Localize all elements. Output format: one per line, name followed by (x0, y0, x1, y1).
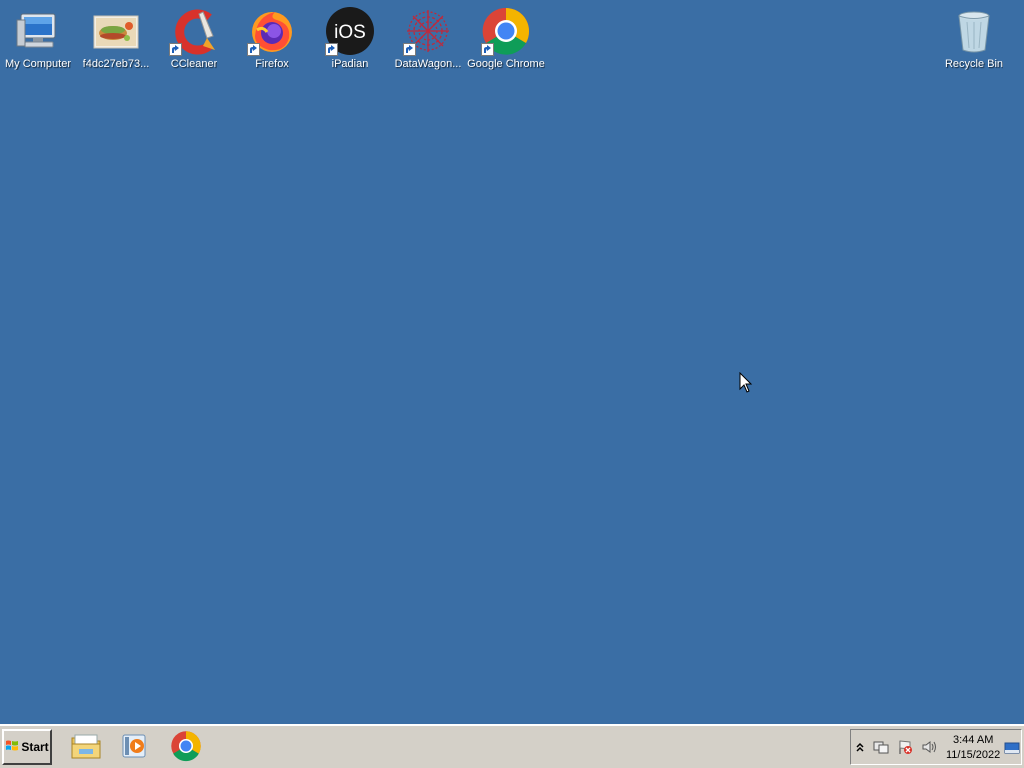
desktop-icon-label: DataWagon... (394, 58, 462, 70)
ipadian-icon-text: iOS (334, 22, 366, 43)
network-icon[interactable] (873, 739, 889, 755)
chrome-icon (481, 6, 531, 56)
chrome-icon (170, 730, 202, 766)
action-center-flag-icon[interactable] (897, 739, 913, 755)
taskbar-pin-file-explorer[interactable] (68, 730, 104, 766)
firefox-icon (247, 6, 297, 56)
datawagon-icon (403, 6, 453, 56)
desktop-icon-label: My Computer (4, 58, 72, 70)
taskbar-pin-media-player[interactable] (117, 730, 153, 766)
shortcut-arrow-icon (481, 43, 494, 56)
file-explorer-icon (70, 732, 102, 764)
image-file-icon (91, 6, 141, 56)
shortcut-arrow-icon (403, 43, 416, 56)
desktop-icon-firefox[interactable]: Firefox (234, 0, 310, 70)
start-label: Start (21, 740, 49, 754)
recycle-bin-icon (949, 6, 999, 56)
desktop-icon-my-computer[interactable]: My Computer (0, 0, 76, 70)
mouse-cursor-icon (739, 371, 753, 398)
system-tray: 3:44 AM 11/15/2022 (850, 729, 1022, 765)
desktop-icon-label: iPadian (331, 58, 369, 70)
desktop-icon-google-chrome[interactable]: Google Chrome (467, 0, 545, 70)
desktop-icon-ccleaner[interactable]: CCleaner (156, 0, 232, 70)
desktop[interactable]: My Computer f4dc27eb73... CCleaner Firef… (0, 0, 1024, 724)
computer-icon (13, 6, 63, 56)
taskbar-pin-chrome[interactable] (168, 730, 204, 766)
volume-icon[interactable] (921, 739, 937, 755)
windows-logo-icon (5, 739, 19, 756)
desktop-icon-label: Google Chrome (467, 58, 545, 70)
ipadian-icon: iOS (325, 6, 375, 56)
taskbar: Start 3:44 AM 11/15/2022 (0, 724, 1024, 768)
desktop-icon-label: f4dc27eb73... (82, 58, 150, 70)
start-button[interactable]: Start (2, 729, 52, 765)
media-player-icon (120, 732, 150, 764)
desktop-icon-label: CCleaner (170, 58, 218, 70)
desktop-icon-label: Firefox (255, 58, 289, 70)
desktop-icon-datawagon[interactable]: DataWagon... (390, 0, 466, 70)
shortcut-arrow-icon (247, 43, 260, 56)
shortcut-arrow-icon (325, 43, 338, 56)
desktop-icon-image-file[interactable]: f4dc27eb73... (78, 0, 154, 70)
desktop-icon-ipadian[interactable]: iOS iPadian (312, 0, 388, 70)
clock-date[interactable]: 11/15/2022 (946, 749, 1000, 761)
show-desktop-icon[interactable] (1004, 740, 1020, 756)
clock-time[interactable]: 3:44 AM (953, 734, 993, 746)
show-hidden-icons-icon[interactable] (855, 739, 871, 755)
desktop-icon-label: Recycle Bin (944, 58, 1004, 70)
ccleaner-icon (169, 6, 219, 56)
desktop-icon-recycle-bin[interactable]: Recycle Bin (936, 0, 1012, 70)
shortcut-arrow-icon (169, 43, 182, 56)
